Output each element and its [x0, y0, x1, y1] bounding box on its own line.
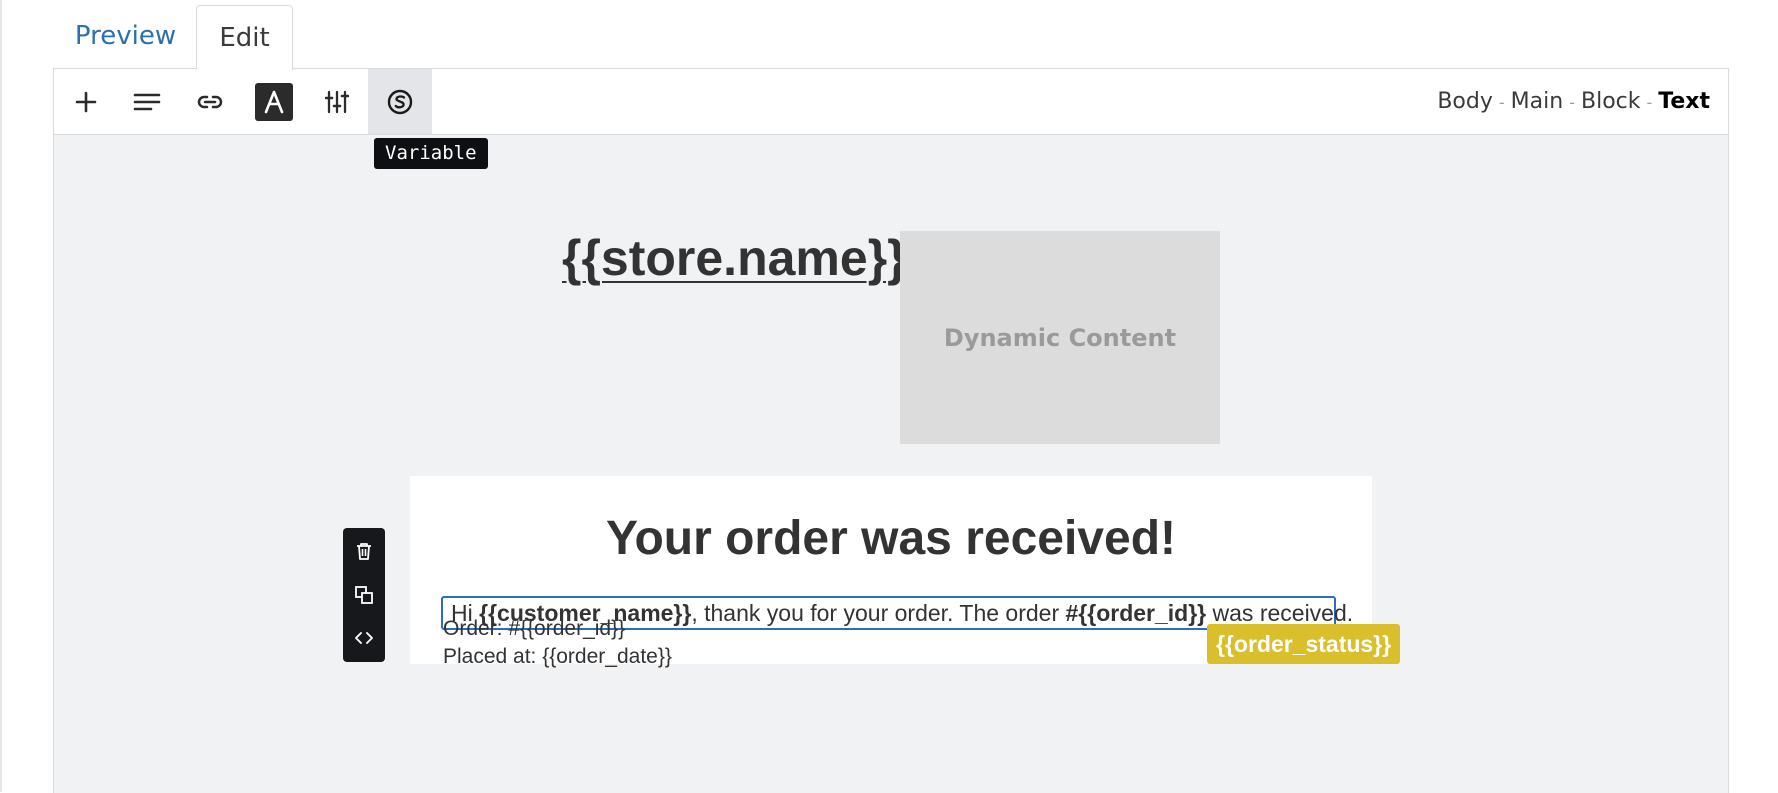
breadcrumb-item-body[interactable]: Body	[1437, 89, 1493, 114]
code-icon	[355, 632, 373, 644]
order-received-heading[interactable]: Your order was received!	[410, 511, 1372, 566]
align-left-icon	[133, 93, 161, 110]
breadcrumb-item-block[interactable]: Block	[1581, 89, 1641, 114]
trash-icon	[357, 543, 371, 560]
variable-icon	[387, 89, 413, 114]
duplicate-icon	[355, 586, 373, 604]
tab-edit[interactable]: Edit	[196, 5, 293, 70]
link-icon	[197, 95, 223, 108]
text-style-button[interactable]	[242, 69, 306, 134]
dynamic-content-label: Dynamic Content	[943, 323, 1177, 352]
placed-at-line[interactable]: Placed at: {{order_date}}	[443, 645, 672, 669]
message-text: was received.	[1206, 600, 1354, 626]
align-button[interactable]	[115, 69, 179, 134]
breadcrumb-current: Text	[1658, 89, 1710, 114]
breadcrumb-separator: -	[1569, 93, 1575, 112]
sliders-icon	[325, 90, 349, 113]
left-divider	[0, 0, 2, 792]
add-button[interactable]	[54, 69, 118, 134]
settings-button[interactable]	[305, 69, 369, 134]
order-id-variable: #{{order_id}}	[1065, 600, 1207, 626]
editor-toolbar: Body - Main - Block - Text	[54, 69, 1728, 135]
variable-button[interactable]	[368, 69, 432, 134]
store-name-heading[interactable]: {{store.name}}	[562, 229, 907, 287]
delete-block-button[interactable]	[343, 531, 385, 571]
editor-frame: Body - Main - Block - Text Variable {{store.na…	[53, 68, 1729, 793]
status-badge[interactable]: {{order_status}}	[1207, 624, 1401, 664]
text-style-icon	[264, 90, 284, 113]
link-button[interactable]	[178, 69, 242, 134]
breadcrumb-separator: -	[1498, 93, 1505, 112]
block-actions-toolbar	[343, 528, 385, 662]
breadcrumb: Body - Main - Block - Text	[1437, 69, 1710, 134]
breadcrumb-separator: -	[1646, 93, 1653, 112]
code-view-button[interactable]	[343, 618, 385, 658]
message-text: , thank you for your order. The order	[691, 600, 1066, 626]
breadcrumb-item-main[interactable]: Main	[1511, 89, 1564, 114]
duplicate-block-button[interactable]	[343, 575, 385, 615]
variable-tooltip: Variable	[374, 138, 488, 169]
tab-preview[interactable]: Preview	[68, 0, 183, 68]
dynamic-content-block[interactable]: Dynamic Content	[900, 231, 1220, 444]
plus-icon	[75, 91, 97, 112]
order-id-line[interactable]: Order: #{{order_id}}	[443, 617, 625, 641]
